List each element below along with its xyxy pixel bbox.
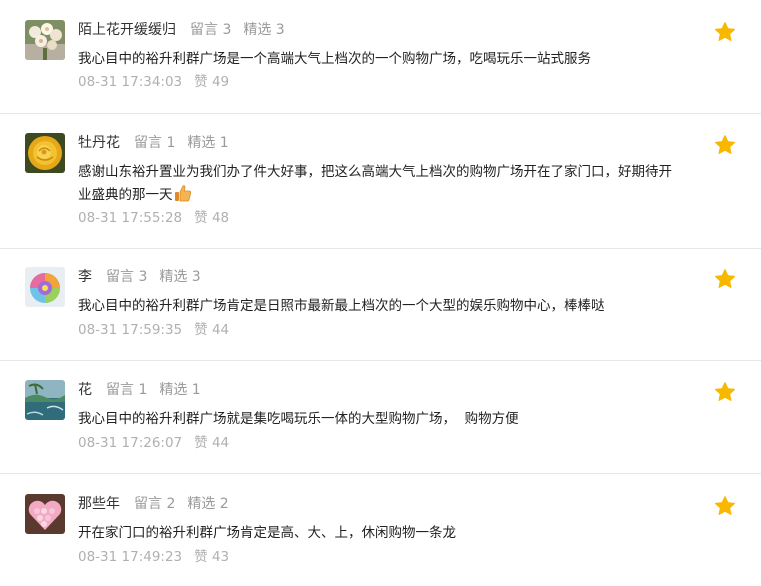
comment-item: 那些年 留言 2 精选 2 开在家门口的裕升利群广场肯定是高、大、上，休闲购物一条龙… [0,494,761,584]
comment-time: 08-31 17:49:23 [78,549,183,565]
comment-text-content: 我心目中的裕升利群广场肯定是日照市最新最上档次的一个大型的娱乐购物中心，棒棒哒 [78,298,605,314]
comment-header: 那些年 留言 2 精选 2 [78,494,229,514]
message-count: 留言 3 [106,269,148,285]
comment-time: 08-31 17:26:07 [78,435,183,451]
comment-text: 我心目中的裕升利群广场肯定是日照市最新最上档次的一个大型的娱乐购物中心，棒棒哒 [78,295,678,318]
commenter-nickname[interactable]: 牡丹花 [78,135,120,151]
comment-footer: 08-31 17:26:07 赞 44 [78,433,229,453]
comment-text: 感谢山东裕升置业为我们办了件大好事，把这么高端大气上档次的购物广场开在了家门口，… [78,161,678,210]
divider [0,113,761,114]
like-count[interactable]: 赞 44 [194,435,229,451]
comment-text-content: 我心目中的裕升利群广场是一个高端大气上档次的一个购物广场，吃喝玩乐一站式服务 [78,51,591,67]
like-count[interactable]: 赞 44 [194,322,229,338]
rainbow-rose-avatar[interactable] [25,267,65,307]
divider [0,360,761,361]
message-count: 留言 1 [106,382,148,398]
comment-text-content: 感谢山东裕升置业为我们办了件大好事，把这么高端大气上档次的购物广场开在了家门口，… [78,164,672,203]
landscape-avatar[interactable] [25,380,65,420]
message-count: 留言 1 [134,135,176,151]
comment-item: 陌上花开缓缓归 留言 3 精选 3 我心目中的裕升利群广场是一个高端大气上档次的一个… [0,20,761,110]
comment-header: 花留言 1 精选 1 [78,380,201,400]
comment-item: 花留言 1 精选 1 我心目中的裕升利群广场就是集吃喝玩乐一体的大型购物广场， 购… [0,380,761,470]
commenter-nickname[interactable]: 那些年 [78,496,120,512]
commenter-nickname[interactable]: 李 [78,269,92,285]
comment-footer: 08-31 17:49:23 赞 43 [78,547,229,567]
comment-header: 牡丹花 留言 1 精选 1 [78,133,229,153]
like-count[interactable]: 赞 48 [194,210,229,226]
comment-text: 开在家门口的裕升利群广场肯定是高、大、上，休闲购物一条龙 [78,522,678,545]
comment-text: 我心目中的裕升利群广场就是集吃喝玩乐一体的大型购物广场， 购物方便 [78,408,678,431]
selected-count: 精选 1 [187,135,229,151]
selected-count: 精选 3 [159,269,201,285]
yellow-rose-avatar[interactable] [25,133,65,173]
like-count[interactable]: 赞 49 [194,74,229,90]
thumbs-up-icon [174,184,192,210]
comment-item: 牡丹花 留言 1 精选 1 感谢山东裕升置业为我们办了件大好事，把这么高端大气上档次… [0,133,761,243]
comment-time: 08-31 17:34:03 [78,74,183,90]
commenter-nickname[interactable]: 花 [78,382,92,398]
message-count: 留言 2 [134,496,176,512]
comment-text: 我心目中的裕升利群广场是一个高端大气上档次的一个购物广场，吃喝玩乐一站式服务 [78,48,678,71]
star-icon[interactable] [714,381,736,403]
divider [0,248,761,249]
flower-bouquet-avatar[interactable] [25,20,65,60]
heart-roses-avatar[interactable] [25,494,65,534]
selected-count: 精选 3 [243,22,285,38]
star-icon[interactable] [714,268,736,290]
comment-text-content: 开在家门口的裕升利群广场肯定是高、大、上，休闲购物一条龙 [78,525,456,541]
commenter-nickname[interactable]: 陌上花开缓缓归 [78,22,176,38]
selected-count: 精选 1 [159,382,201,398]
star-icon[interactable] [714,134,736,156]
star-icon[interactable] [714,495,736,517]
comment-header: 陌上花开缓缓归 留言 3 精选 3 [78,20,285,40]
divider [0,473,761,474]
comment-text-content: 我心目中的裕升利群广场就是集吃喝玩乐一体的大型购物广场， 购物方便 [78,411,519,427]
star-icon[interactable] [714,21,736,43]
comment-item: 李留言 3 精选 3 我心目中的裕升利群广场肯定是日照市最新最上档次的一个大型的娱… [0,267,761,357]
comment-footer: 08-31 17:59:35 赞 44 [78,320,229,340]
comment-footer: 08-31 17:34:03 赞 49 [78,72,229,92]
comment-list: 陌上花开缓缓归 留言 3 精选 3 我心目中的裕升利群广场是一个高端大气上档次的一个… [0,0,761,586]
comment-time: 08-31 17:59:35 [78,322,183,338]
comment-footer: 08-31 17:55:28 赞 48 [78,208,229,228]
selected-count: 精选 2 [187,496,229,512]
like-count[interactable]: 赞 43 [194,549,229,565]
message-count: 留言 3 [190,22,232,38]
comment-time: 08-31 17:55:28 [78,210,183,226]
comment-header: 李留言 3 精选 3 [78,267,201,287]
